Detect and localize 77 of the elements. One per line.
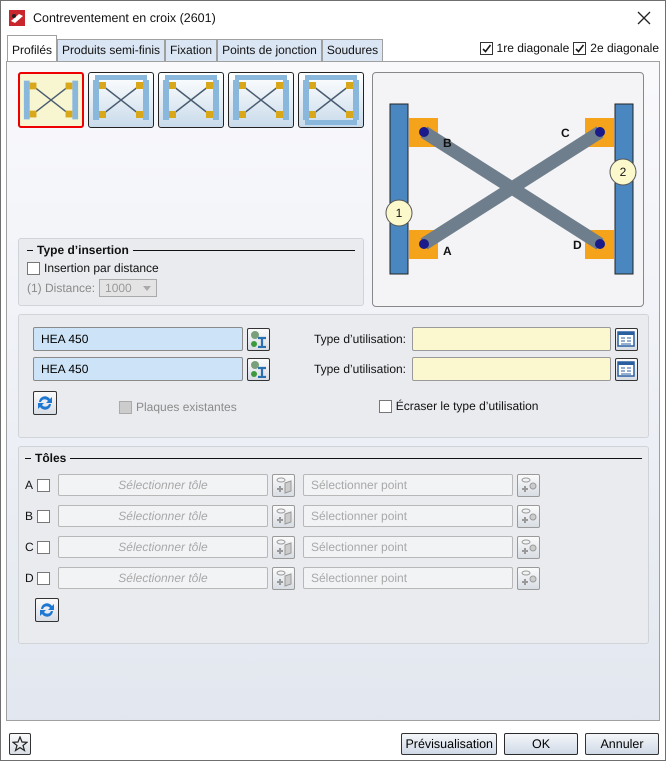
tab[interactable]: Profilés [7,35,58,61]
list-button[interactable] [614,358,638,380]
window-title: Contreventement en croix (2601) [33,11,217,25]
pick-plate-button[interactable] [272,536,295,558]
catalog-button[interactable] [246,358,270,380]
refresh-button[interactable] [33,391,57,415]
point-pick-icon [520,538,538,556]
pick-point-button[interactable] [517,566,540,590]
refresh-button[interactable] [35,598,59,622]
catalog-button[interactable] [246,328,270,350]
row-label: C [25,540,33,554]
pick-point-button[interactable] [517,536,540,558]
field-label: Type d’utilisation: [314,332,406,346]
star-icon [12,736,28,752]
group-title: Type d’insertion [37,243,129,257]
cancel-button[interactable]: Annuler [585,733,659,755]
ok-button[interactable]: OK [504,733,578,755]
tab[interactable]: Soudures [322,39,384,61]
caret-icon [143,286,152,290]
variant-button[interactable] [298,72,364,128]
checkbox[interactable] [37,510,50,522]
field-label: (1) Distance: [27,281,96,295]
row-label: B [25,509,33,523]
checkbox-label: 1re diagonale [496,41,570,55]
profile-catalog-icon [249,330,268,348]
checkbox[interactable] [573,42,586,54]
checkbox[interactable] [37,478,50,492]
row-label: D [25,571,33,585]
close-icon[interactable] [637,11,651,25]
checkbox[interactable] [37,540,50,554]
checkbox-label: Écraser le type d’utilisation [396,399,538,413]
point-label: D [573,238,582,252]
row-label: A [25,478,33,492]
preview-button[interactable]: Prévisualisation [401,733,497,755]
plate-pick-icon [274,476,292,494]
member-marker: 2 [610,158,636,186]
point-label: B [443,136,452,150]
pick-plate-button[interactable] [272,504,295,528]
tab[interactable]: Points de jonction [217,39,322,61]
profile-catalog-icon [249,360,268,378]
app-icon [9,10,25,26]
tab[interactable]: Produits semi-finis [57,39,166,61]
plate-pick-icon [274,569,292,587]
variant-button[interactable] [158,72,224,128]
profile-field[interactable]: HEA 450 [33,327,243,351]
profile-field[interactable]: HEA 450 [33,357,243,381]
plate-pick-icon [274,507,292,525]
point-label: A [443,244,452,258]
checkbox-label: Plaques existantes [136,400,237,414]
pick-plate-button[interactable] [272,474,295,496]
favorites-button[interactable] [9,733,31,755]
point-label: C [561,126,570,140]
list-button[interactable] [614,328,638,350]
pick-point-button[interactable] [517,474,540,496]
group-title: Tôles [35,451,66,465]
list-icon [617,361,636,377]
checkbox[interactable] [480,42,493,54]
checkbox-label: 2e diagonale [590,41,659,55]
variant-button[interactable] [228,72,294,128]
usage-field[interactable] [412,327,611,351]
usage-field[interactable] [412,357,611,381]
refresh-icon [38,601,56,619]
pick-plate-button[interactable] [272,566,295,590]
plate-pick-icon [274,538,292,556]
point-pick-icon [520,476,538,494]
field-label: Type d’utilisation: [314,362,406,376]
checkbox[interactable] [37,572,50,584]
point-pick-icon [520,569,538,587]
refresh-icon [36,394,54,412]
member-marker: 1 [386,200,412,226]
checkbox[interactable] [378,400,392,412]
tab[interactable]: Fixation [165,39,218,61]
variant-button[interactable] [88,72,154,128]
list-icon [617,331,636,347]
checkbox-label: Insertion par distance [44,261,159,275]
pick-point-button[interactable] [517,504,540,528]
point-pick-icon [520,507,538,525]
